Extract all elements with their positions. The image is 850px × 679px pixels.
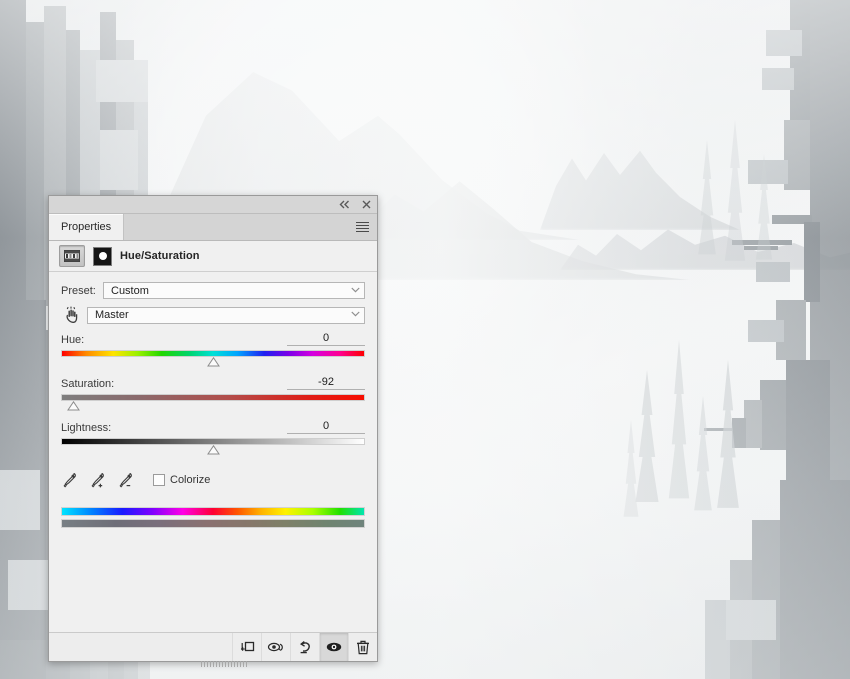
slider-lightness-value[interactable]: 0	[287, 420, 365, 434]
slider-hue-thumb[interactable]	[206, 357, 220, 367]
panel-resize-grip[interactable]	[201, 661, 247, 667]
clip-to-layer-button[interactable]	[232, 633, 261, 661]
slider-lightness-track[interactable]	[61, 438, 365, 445]
close-icon[interactable]	[359, 198, 373, 211]
view-previous-state-button[interactable]	[261, 633, 290, 661]
slider-hue-label: Hue:	[61, 334, 85, 346]
properties-panel: Properties Hue/Saturation Preset: Custom…	[48, 195, 378, 667]
preset-value: Custom	[111, 284, 149, 297]
eyedropper-add-icon[interactable]	[89, 471, 107, 489]
slider-saturation-track[interactable]	[61, 394, 365, 401]
tab-properties-label: Properties	[61, 221, 112, 233]
preset-row: Preset: Custom	[61, 282, 365, 299]
slider-saturation-value[interactable]: -92	[287, 376, 365, 390]
chevron-down-icon-2	[351, 311, 360, 319]
tab-properties[interactable]: Properties	[49, 214, 125, 240]
slider-hue-track[interactable]	[61, 350, 365, 357]
reset-button[interactable]	[290, 633, 319, 661]
panel-body: Preset: Custom Master Hue: 0 Saturation:…	[49, 272, 377, 632]
channel-row: Master	[61, 305, 365, 325]
slider-saturation: Saturation: -92	[61, 375, 365, 413]
colorize-checkbox-box[interactable]	[153, 474, 165, 486]
adjustment-title: Hue/Saturation	[120, 250, 200, 262]
colorize-checkbox[interactable]: Colorize	[153, 474, 210, 486]
toggle-visibility-button[interactable]	[319, 633, 348, 661]
result-spectrum-bar[interactable]	[61, 519, 365, 528]
hue-spectrum-bar[interactable]	[61, 507, 365, 516]
chevron-down-icon	[351, 287, 360, 295]
preset-select[interactable]: Custom	[103, 282, 365, 299]
slider-hue: Hue: 0	[61, 331, 365, 369]
eyedropper-subtract-icon[interactable]	[117, 471, 135, 489]
slider-lightness-thumb[interactable]	[206, 445, 220, 455]
colorize-label: Colorize	[170, 474, 211, 486]
channel-select[interactable]: Master	[87, 306, 365, 324]
spectrum-bars	[61, 507, 365, 528]
hue-saturation-icon[interactable]	[59, 245, 85, 267]
on-image-adjustment-hand-icon[interactable]	[61, 305, 83, 325]
layer-mask-thumbnail[interactable]	[93, 246, 112, 266]
eyedropper-icon[interactable]	[61, 471, 79, 489]
panel-tabstrip: Properties	[49, 214, 377, 241]
panel-menu-icon[interactable]	[356, 219, 372, 235]
slider-hue-value[interactable]: 0	[287, 332, 365, 346]
slider-saturation-label: Saturation:	[61, 378, 115, 390]
slider-lightness: Lightness: 0	[61, 419, 365, 457]
double-chevron-left-icon[interactable]	[337, 198, 351, 211]
tools-row: Colorize	[61, 471, 365, 489]
panel-titlebar	[49, 196, 377, 214]
adjustment-header: Hue/Saturation	[49, 241, 377, 272]
channel-value: Master	[95, 309, 129, 321]
delete-adjustment-button[interactable]	[348, 633, 377, 661]
preset-label: Preset:	[61, 284, 96, 297]
slider-lightness-label: Lightness:	[61, 422, 112, 434]
slider-saturation-thumb[interactable]	[66, 401, 80, 411]
panel-footer	[49, 632, 377, 661]
